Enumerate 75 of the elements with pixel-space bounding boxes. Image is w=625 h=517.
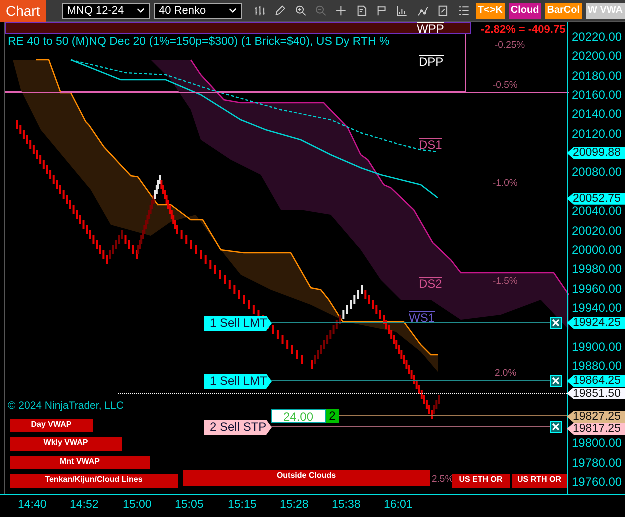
legend-bar: Day VWAP [10,419,93,432]
indicator-toggle[interactable]: Cloud [508,2,542,18]
pivot-label: DS2 [419,277,442,291]
price-marker: 19851.50 [567,388,625,400]
price-marker: 20099.88 [567,147,625,160]
legend-bar: Mnt VWAP [10,456,150,469]
close-icon[interactable] [550,375,562,387]
caret-icon[interactable] [137,8,145,13]
pnl-readout: -2.82% = -409.75 [481,24,566,36]
price-marker: 19827.25 [567,410,625,423]
price-tick: 19940.00 [572,300,622,315]
legend-bar: Wkly VWAP [10,437,122,451]
price-tick: 19900.00 [572,340,622,354]
legend-bar: US ETH OR [452,474,510,488]
price-tick: 19980.00 [572,262,622,276]
copyright-text: © 2024 NinjaTrader, LLC [8,400,124,412]
zoom-in-icon[interactable] [294,4,307,18]
time-tick: 15:05 [175,499,204,511]
data-box-icon[interactable] [356,4,368,18]
quantity-count[interactable]: 2 [326,409,339,423]
bar-type-dropdown[interactable]: 40 Renko [154,2,242,18]
close-icon[interactable] [550,421,562,433]
price-tick: 20160.00 [572,88,622,102]
percent-level-label: -1.0% [493,178,518,189]
price-marker: 19864.25 [567,375,625,388]
price-marker: 19924.25 [567,317,625,330]
time-tick: 16:01 [384,499,413,511]
percent-level-label: 2.0% [495,368,517,379]
price-tick: 20040.00 [572,204,622,218]
order-label[interactable]: 2 Sell STP [204,420,272,435]
percent-level-label: -0.5% [493,80,518,91]
price-tick: 20120.00 [572,126,622,141]
price-tick: 20200.00 [572,49,622,64]
caret-icon[interactable] [228,8,237,13]
price-marker: 19817.25 [567,422,625,435]
price-tick: 19960.00 [572,282,622,296]
time-tick: 15:15 [228,499,257,511]
columns-icon[interactable] [396,4,409,18]
price-tick: 19760.00 [572,475,622,490]
close-icon[interactable] [550,317,562,329]
pivot-label: DPP [419,55,444,69]
time-tick: 14:40 [18,499,47,511]
instrument-dropdown[interactable]: MNQ 12-24 [62,2,150,18]
price-tick: 19880.00 [572,358,622,373]
pencil-icon[interactable] [274,4,287,18]
price-tick: 20180.00 [572,68,622,83]
frame-icon[interactable] [437,4,450,18]
price-tick: 19780.00 [572,456,622,470]
price-tick: 20080.00 [572,165,622,180]
pivot-label: WPP [417,22,444,36]
crosshair-icon[interactable] [335,4,348,18]
legend-bar: US RTH OR [512,474,567,488]
time-tick: 15:00 [123,499,152,511]
legend-bar: Tenkan/Kijun/Cloud Lines [10,474,178,488]
time-tick: 15:38 [332,499,361,511]
percent-level-label: -1.5% [493,276,518,287]
chart-title: RE 40 to 50 (M)NQ Dec 20 (1%=150p=$300) (1 Brick=$40), US Dy RTH % [8,36,390,48]
price-tick: 19800.00 [572,436,622,450]
price-marker: 20052.75 [567,192,625,205]
price-tick: 20140.00 [572,107,622,122]
order-label[interactable]: 1 Sell LMT [204,374,272,389]
legend-bar: Outside Clouds [183,470,430,486]
percent-level-label: -0.25% [495,40,526,51]
pivot-label: WS1 [409,311,436,325]
pivot-label: DS1 [419,138,442,152]
time-tick: 14:52 [70,499,99,511]
price-tick: 20000.00 [572,242,622,257]
price-tick: 20220.00 [572,30,622,44]
order-label[interactable]: 1 Sell LMT [204,316,272,331]
time-tick: 15:28 [280,499,309,511]
flag-icon[interactable] [376,4,388,18]
price-tick: 20020.00 [572,224,622,238]
list-icon[interactable] [458,4,470,18]
chart-button[interactable]: Chart [0,0,46,22]
bars-icon[interactable] [254,4,266,18]
